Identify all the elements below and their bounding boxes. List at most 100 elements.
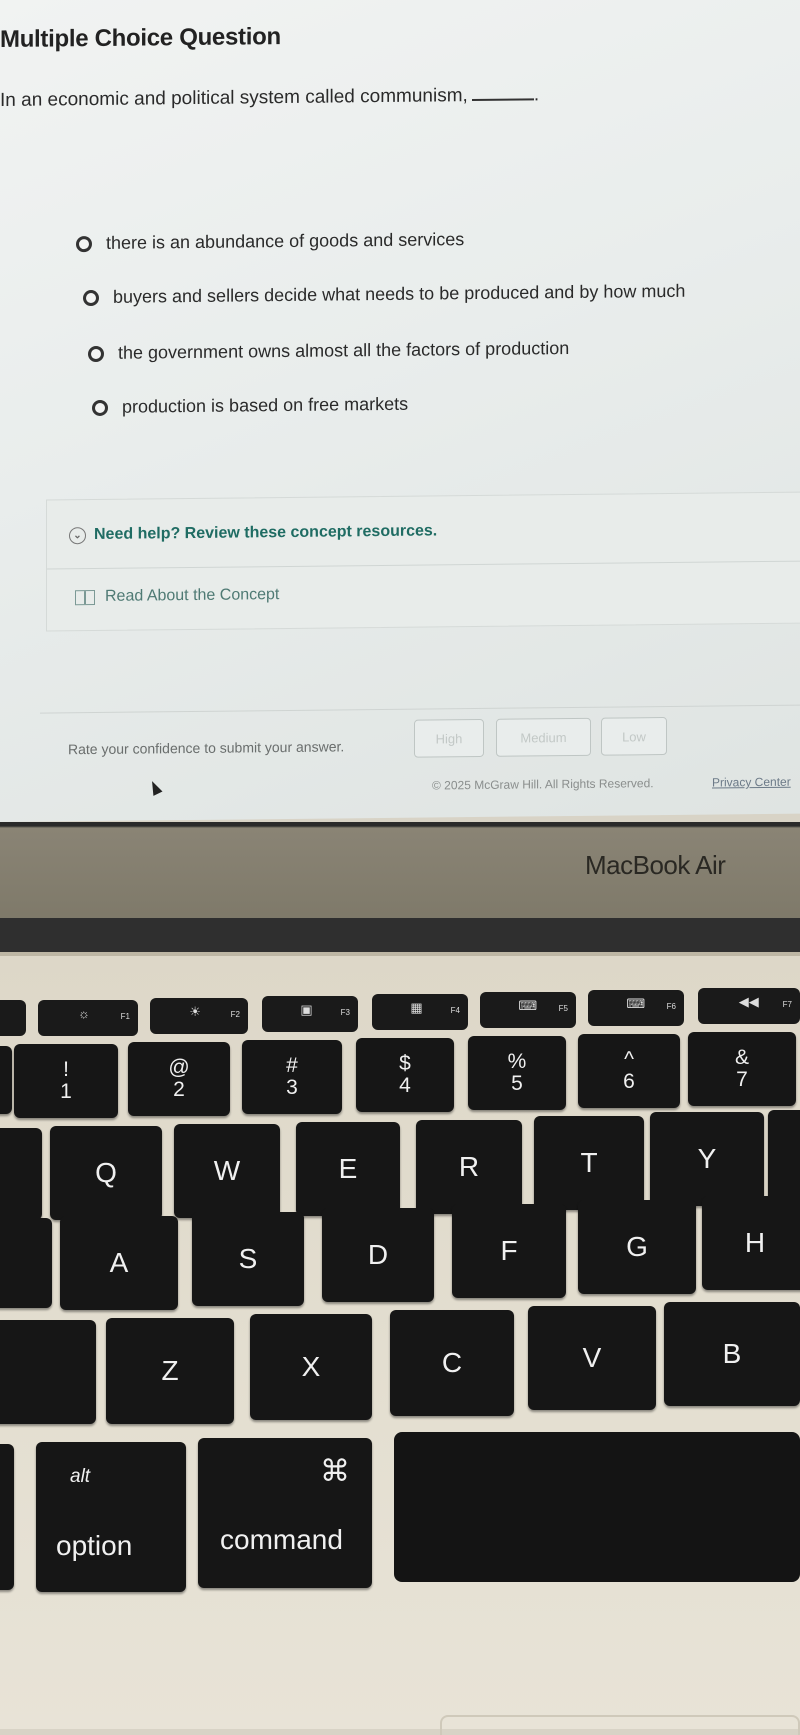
function-key-f3[interactable]: ▣ F3	[262, 996, 358, 1032]
key-v[interactable]: V	[528, 1306, 656, 1410]
key-w[interactable]: W	[174, 1124, 280, 1218]
concept-resources-label: Need help? Review these concept resource…	[94, 522, 438, 544]
key-option[interactable]: alt option	[36, 1442, 186, 1592]
brightness-down-icon: ☼	[78, 1006, 90, 1021]
trackpad[interactable]	[440, 1715, 800, 1735]
key-tab[interactable]	[0, 1128, 42, 1220]
concept-resources-panel: ⌄ Need help? Review these concept resour…	[46, 491, 800, 632]
question-prompt-text: In an economic and political system call…	[0, 85, 468, 111]
mission-control-icon: ▣	[300, 1002, 313, 1017]
privacy-center-link[interactable]: Privacy Center	[712, 775, 791, 790]
key-label: 3	[286, 1076, 298, 1099]
function-key-label: F2	[230, 1010, 240, 1019]
key-4[interactable]: $4	[356, 1038, 454, 1112]
function-key-f5[interactable]: ⌨ F5	[480, 992, 576, 1028]
key-shift-label: @	[168, 1055, 190, 1079]
brightness-up-icon: ☀	[189, 1004, 201, 1019]
key-label: 4	[399, 1074, 411, 1097]
confidence-low-button[interactable]: Low	[601, 717, 667, 756]
key-command[interactable]: ⌘ command	[198, 1438, 372, 1588]
radio-button[interactable]	[83, 289, 99, 306]
key-label: 7	[736, 1068, 748, 1091]
key-y[interactable]: Y	[650, 1112, 764, 1206]
key-label: command	[220, 1524, 343, 1555]
key-backtick[interactable]	[0, 1046, 12, 1114]
radio-button[interactable]	[88, 345, 104, 362]
answer-option-1[interactable]: there is an abundance of goods and servi…	[76, 229, 464, 254]
confidence-medium-button[interactable]: Medium	[496, 717, 591, 757]
key-x[interactable]: X	[250, 1314, 372, 1420]
concept-resources-toggle[interactable]: ⌄ Need help? Review these concept resour…	[69, 522, 437, 544]
rewind-icon: ◀◀	[738, 994, 759, 1009]
answer-option-4[interactable]: production is based on free markets	[92, 394, 408, 418]
key-shift-label: !	[63, 1057, 69, 1081]
panel-divider	[47, 560, 800, 570]
browser-screen: Multiple Choice Question In an economic …	[0, 0, 800, 822]
question-prompt-end: .	[533, 84, 540, 106]
book-icon	[75, 589, 95, 605]
key-2[interactable]: @2	[128, 1042, 230, 1116]
key-label: 5	[511, 1072, 523, 1095]
function-key-label: F6	[666, 1002, 676, 1011]
key-u[interactable]	[768, 1110, 800, 1204]
confidence-high-button[interactable]: High	[414, 718, 484, 758]
key-3[interactable]: #3	[242, 1040, 342, 1114]
function-key-label: F3	[340, 1008, 350, 1017]
key-g[interactable]: G	[578, 1200, 696, 1294]
key-shift-label: %	[507, 1049, 527, 1073]
key-label: 1	[60, 1080, 72, 1103]
function-key-f4[interactable]: ▦ F4	[372, 994, 468, 1030]
key-control[interactable]	[0, 1444, 14, 1590]
command-icon: ⌘	[320, 1455, 350, 1488]
key-b[interactable]: B	[664, 1302, 800, 1406]
launchpad-icon: ▦	[410, 1000, 423, 1015]
key-6[interactable]: ^ 6	[578, 1034, 680, 1108]
key-f[interactable]: F	[452, 1204, 566, 1298]
key-e[interactable]: E	[296, 1122, 400, 1216]
function-key-label: F7	[782, 1000, 792, 1009]
key-caps-lock[interactable]	[0, 1218, 52, 1308]
radio-button[interactable]	[76, 235, 92, 252]
key-a[interactable]: A	[60, 1216, 178, 1310]
answer-blank	[471, 98, 534, 102]
confidence-prompt: Rate your confidence to submit your answ…	[68, 738, 345, 758]
key-shift-label: $	[399, 1051, 411, 1075]
keyboard-backlight-up-icon: ⌨	[626, 996, 646, 1011]
key-c[interactable]: C	[390, 1310, 514, 1416]
function-key-f7[interactable]: ◀◀ F7	[698, 988, 800, 1024]
key-space[interactable]	[394, 1432, 800, 1582]
read-about-concept-link[interactable]: Read About the Concept	[75, 586, 279, 606]
key-5[interactable]: % 5	[468, 1036, 566, 1110]
answer-option-text: buyers and sellers decide what needs to …	[113, 280, 686, 307]
function-key-f1[interactable]: ☼ F1	[38, 1000, 138, 1036]
radio-button[interactable]	[92, 399, 108, 416]
answer-option-text: the government owns almost all the facto…	[118, 338, 570, 363]
answer-option-3[interactable]: the government owns almost all the facto…	[88, 338, 569, 364]
key-r[interactable]: R	[416, 1120, 522, 1214]
function-key-f6[interactable]: ⌨ F6	[588, 990, 684, 1026]
key-h[interactable]: H	[702, 1196, 800, 1290]
function-key-escape[interactable]	[0, 1000, 26, 1036]
key-s[interactable]: S	[192, 1212, 304, 1306]
mouse-cursor-icon	[147, 778, 163, 796]
device-brand-label: MacBook Air	[585, 850, 726, 880]
answer-option-text: there is an abundance of goods and servi…	[106, 229, 465, 253]
key-z[interactable]: Z	[106, 1318, 234, 1424]
key-t[interactable]: T	[534, 1116, 644, 1210]
laptop-hinge	[0, 918, 800, 956]
question-type-heading: Multiple Choice Question	[0, 23, 281, 53]
question-prompt: In an economic and political system call…	[0, 84, 539, 112]
key-label: 2	[173, 1078, 185, 1101]
key-d[interactable]: D	[322, 1208, 434, 1302]
keyboard-backlight-down-icon: ⌨	[518, 998, 538, 1013]
key-shift-label: alt	[70, 1466, 91, 1487]
function-key-label: F5	[558, 1004, 568, 1013]
function-key-f2[interactable]: ☀ F2	[150, 998, 248, 1034]
key-shift-left[interactable]	[0, 1320, 96, 1424]
key-q[interactable]: Q	[50, 1126, 162, 1220]
footer-divider	[40, 704, 800, 714]
key-7[interactable]: & 7	[688, 1032, 796, 1106]
answer-option-2[interactable]: buyers and sellers decide what needs to …	[83, 281, 685, 308]
key-1[interactable]: ! 1	[14, 1044, 118, 1118]
key-shift-label: &	[734, 1045, 749, 1069]
